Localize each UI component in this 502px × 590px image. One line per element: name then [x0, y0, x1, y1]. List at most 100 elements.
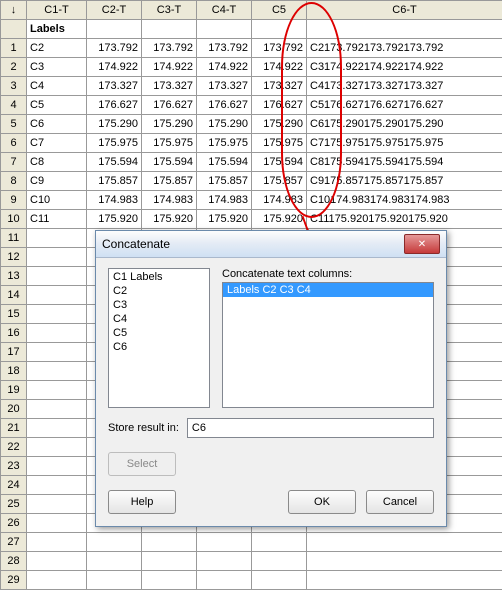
cell[interactable]: C11 [27, 210, 87, 229]
cell[interactable]: C6175.290175.290175.290 [307, 115, 502, 134]
cell[interactable]: C11175.920175.920175.920 [307, 210, 502, 229]
row-header[interactable]: 19 [1, 381, 27, 400]
row-header[interactable]: 1 [1, 39, 27, 58]
cell[interactable]: 173.792 [197, 39, 252, 58]
row-header[interactable]: 15 [1, 305, 27, 324]
row-header[interactable]: 18 [1, 362, 27, 381]
cell[interactable]: C10174.983174.983174.983 [307, 191, 502, 210]
cell[interactable]: 174.983 [142, 191, 197, 210]
cell[interactable]: 174.922 [87, 58, 142, 77]
col-header-c6[interactable]: C6-T [307, 1, 502, 20]
cell[interactable]: 175.857 [252, 172, 307, 191]
cell[interactable]: 173.792 [252, 39, 307, 58]
store-result-input[interactable] [187, 418, 434, 438]
row-header[interactable]: 29 [1, 571, 27, 590]
cell[interactable]: 174.922 [197, 58, 252, 77]
cell[interactable]: 173.792 [142, 39, 197, 58]
list-item[interactable]: C5 [110, 326, 208, 340]
row-header[interactable]: 4 [1, 96, 27, 115]
cell[interactable]: 174.983 [252, 191, 307, 210]
row-header[interactable]: 27 [1, 533, 27, 552]
row-header[interactable]: 12 [1, 248, 27, 267]
cell[interactable]: 173.327 [252, 77, 307, 96]
cell[interactable]: 175.594 [197, 153, 252, 172]
cell[interactable]: 175.920 [252, 210, 307, 229]
cell[interactable]: C4 [27, 77, 87, 96]
row-header[interactable]: 24 [1, 476, 27, 495]
cell[interactable]: 175.975 [252, 134, 307, 153]
cell[interactable]: C3 [27, 58, 87, 77]
cell[interactable]: 175.920 [197, 210, 252, 229]
col-header-c3[interactable]: C3-T [142, 1, 197, 20]
cell[interactable]: 173.792 [87, 39, 142, 58]
cell[interactable]: 175.290 [252, 115, 307, 134]
cell[interactable]: 173.327 [142, 77, 197, 96]
cell[interactable]: 173.327 [197, 77, 252, 96]
row-header[interactable]: 16 [1, 324, 27, 343]
cell[interactable]: 173.327 [87, 77, 142, 96]
list-item[interactable]: C4 [110, 312, 208, 326]
row-header[interactable]: 25 [1, 495, 27, 514]
cell[interactable]: 175.857 [197, 172, 252, 191]
row-header[interactable]: 3 [1, 77, 27, 96]
cell[interactable]: C7175.975175.975175.975 [307, 134, 502, 153]
cell[interactable]: C7 [27, 134, 87, 153]
cell[interactable]: 174.922 [142, 58, 197, 77]
cell[interactable]: 174.983 [197, 191, 252, 210]
row-header[interactable]: 26 [1, 514, 27, 533]
cell[interactable]: 175.975 [87, 134, 142, 153]
list-item[interactable]: C2 [110, 284, 208, 298]
row-header[interactable]: 22 [1, 438, 27, 457]
cell[interactable]: 175.290 [197, 115, 252, 134]
cell[interactable]: 176.627 [87, 96, 142, 115]
cell[interactable]: 175.594 [252, 153, 307, 172]
row-header[interactable]: 2 [1, 58, 27, 77]
cell[interactable]: C6 [27, 115, 87, 134]
close-button[interactable]: ✕ [404, 234, 440, 254]
row-header[interactable]: 11 [1, 229, 27, 248]
subheader-labels[interactable]: Labels [27, 20, 87, 39]
cell[interactable]: 176.627 [142, 96, 197, 115]
list-item[interactable]: C3 [110, 298, 208, 312]
cell[interactable]: C2173.792173.792173.792 [307, 39, 502, 58]
cell[interactable]: C5 [27, 96, 87, 115]
row-header[interactable]: 14 [1, 286, 27, 305]
col-header-c2[interactable]: C2-T [87, 1, 142, 20]
list-item[interactable]: C1 Labels [110, 270, 208, 284]
cell[interactable]: C9175.857175.857175.857 [307, 172, 502, 191]
row-header[interactable]: 17 [1, 343, 27, 362]
help-button[interactable]: Help [108, 490, 176, 514]
row-header[interactable]: 21 [1, 419, 27, 438]
cell[interactable]: 175.920 [142, 210, 197, 229]
col-header-c1[interactable]: C1-T [27, 1, 87, 20]
row-header[interactable]: 13 [1, 267, 27, 286]
row-header[interactable]: 23 [1, 457, 27, 476]
cell[interactable]: C4173.327173.327173.327 [307, 77, 502, 96]
row-header[interactable]: 7 [1, 153, 27, 172]
cell[interactable]: 174.983 [87, 191, 142, 210]
row-header[interactable]: 8 [1, 172, 27, 191]
col-header-c5[interactable]: C5 [252, 1, 307, 20]
cell[interactable]: C9 [27, 172, 87, 191]
row-header[interactable]: 20 [1, 400, 27, 419]
cell[interactable]: 175.920 [87, 210, 142, 229]
available-columns-list[interactable]: C1 LabelsC2C3C4C5C6 [108, 268, 210, 408]
cell[interactable]: 175.594 [142, 153, 197, 172]
cell[interactable]: 176.627 [197, 96, 252, 115]
cell[interactable]: 175.975 [142, 134, 197, 153]
cell[interactable]: C5176.627176.627176.627 [307, 96, 502, 115]
row-header[interactable]: 5 [1, 115, 27, 134]
col-header-c4[interactable]: C4-T [197, 1, 252, 20]
cell[interactable]: C10 [27, 191, 87, 210]
cell[interactable]: 176.627 [252, 96, 307, 115]
row-header[interactable]: 9 [1, 191, 27, 210]
corner-cell[interactable]: ↓ [1, 1, 27, 20]
cell[interactable]: 175.857 [87, 172, 142, 191]
cell[interactable]: C2 [27, 39, 87, 58]
cancel-button[interactable]: Cancel [366, 490, 434, 514]
selected-item[interactable]: Labels C2 C3 C4 [223, 283, 433, 297]
cell[interactable]: C3174.922174.922174.922 [307, 58, 502, 77]
selected-columns-box[interactable]: Labels C2 C3 C4 [222, 282, 434, 408]
cell[interactable]: 175.857 [142, 172, 197, 191]
cell[interactable]: C8 [27, 153, 87, 172]
